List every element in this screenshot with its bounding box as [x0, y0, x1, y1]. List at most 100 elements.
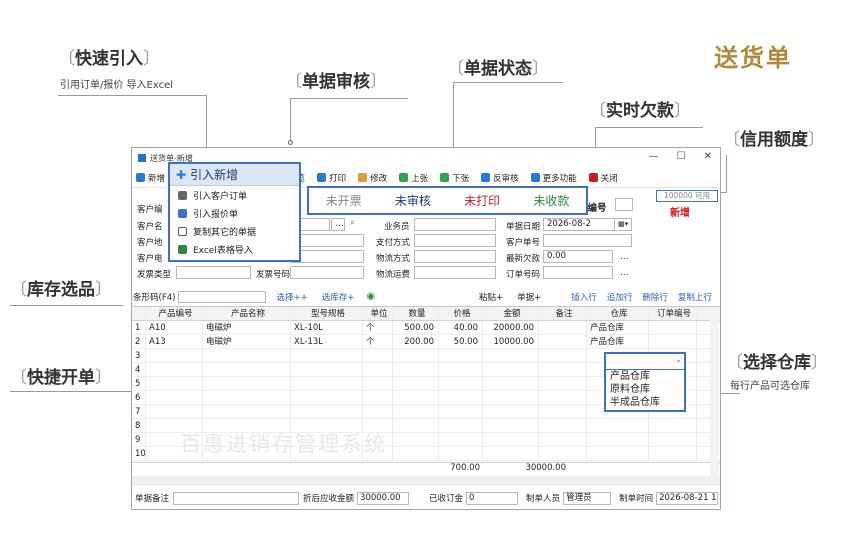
table-cell[interactable]: [439, 391, 483, 404]
table-cell[interactable]: [393, 433, 439, 446]
minimize-button[interactable]: —: [649, 151, 659, 162]
table-cell[interactable]: [439, 419, 483, 432]
table-cell[interactable]: [203, 377, 291, 390]
customer-phone-field[interactable]: [290, 250, 364, 263]
copy-up-button[interactable]: 复制上行: [678, 291, 712, 303]
column-header[interactable]: 金额: [483, 307, 539, 320]
table-cell[interactable]: [146, 363, 203, 376]
column-header[interactable]: 型号规格: [291, 307, 363, 320]
table-cell[interactable]: [393, 405, 439, 418]
table-cell[interactable]: 10: [132, 447, 146, 460]
table-cell[interactable]: 10000.00: [483, 335, 539, 348]
logistics-select[interactable]: [414, 250, 496, 263]
table-cell[interactable]: [439, 349, 483, 362]
table-cell[interactable]: 2: [132, 335, 146, 348]
table-row[interactable]: 1 A10 电磁炉 XL-10L 个 500.00 40.00 20000.00 产品仓库: [132, 321, 720, 335]
table-cell[interactable]: [483, 377, 539, 390]
table-cell[interactable]: [291, 405, 363, 418]
remark-field[interactable]: [173, 491, 300, 505]
invoice-type-select[interactable]: [176, 266, 251, 279]
column-header[interactable]: [132, 307, 146, 320]
table-cell[interactable]: [363, 363, 393, 376]
column-header[interactable]: 产品名称: [203, 307, 291, 320]
column-header[interactable]: 备注: [539, 307, 587, 320]
table-cell[interactable]: 7: [132, 405, 146, 418]
table-cell[interactable]: 个: [363, 321, 393, 334]
table-cell[interactable]: 产品仓库: [587, 321, 649, 334]
column-header[interactable]: 价格: [439, 307, 483, 320]
table-cell[interactable]: 5: [132, 377, 146, 390]
menu-item-import-order[interactable]: 引入客户订单: [170, 186, 299, 204]
toolbar-button-0[interactable]: 新增: [136, 172, 165, 184]
table-cell[interactable]: [483, 363, 539, 376]
ellipsis-button[interactable]: …: [331, 218, 345, 231]
table-cell[interactable]: XL-13L: [291, 335, 363, 348]
table-cell[interactable]: [539, 433, 587, 446]
insert-row-button[interactable]: 插入行: [571, 291, 597, 303]
table-cell[interactable]: [203, 405, 291, 418]
table-cell[interactable]: [291, 363, 363, 376]
table-cell[interactable]: [539, 335, 587, 348]
table-cell[interactable]: A10: [146, 321, 203, 334]
table-cell[interactable]: [539, 419, 587, 432]
received-field[interactable]: 0: [466, 491, 519, 505]
select-stock-button[interactable]: 选库存+: [322, 291, 355, 303]
table-cell[interactable]: 8: [132, 419, 146, 432]
table-cell[interactable]: [539, 391, 587, 404]
toolbar-button-9[interactable]: 更多功能: [530, 172, 577, 184]
table-cell[interactable]: 4: [132, 363, 146, 376]
table-cell[interactable]: 1: [132, 321, 146, 334]
horizontal-scrollbar[interactable]: [132, 476, 720, 486]
table-cell[interactable]: [439, 447, 483, 460]
table-cell[interactable]: [483, 349, 539, 362]
pay-method-select[interactable]: [414, 234, 496, 247]
table-cell[interactable]: [291, 349, 363, 362]
window-close-button[interactable]: ✕: [704, 151, 712, 162]
warehouse-option[interactable]: 半成品仓库: [606, 396, 684, 409]
table-cell[interactable]: 20000.00: [483, 321, 539, 334]
maximize-button[interactable]: ☐: [677, 151, 686, 162]
import-menu-head[interactable]: ✚ 引入新增: [170, 164, 299, 186]
table-cell[interactable]: 500.00: [393, 321, 439, 334]
table-cell[interactable]: [203, 363, 291, 376]
warehouse-option[interactable]: 产品仓库: [606, 370, 684, 383]
order-no-field[interactable]: [543, 266, 613, 279]
warehouse-option[interactable]: 原料仓库: [606, 383, 684, 396]
warehouse-select[interactable]: ⌄: [606, 354, 684, 370]
table-cell[interactable]: 50.00: [439, 335, 483, 348]
select-plus-button[interactable]: 选择++: [276, 291, 307, 303]
toolbar-button-6[interactable]: 上张: [399, 172, 428, 184]
biz-no-field[interactable]: [615, 198, 633, 211]
table-cell[interactable]: 电磁炉: [203, 335, 291, 348]
table-cell[interactable]: [587, 433, 649, 446]
table-cell[interactable]: [439, 363, 483, 376]
table-cell[interactable]: [587, 447, 649, 460]
table-cell[interactable]: 40.00: [439, 321, 483, 334]
toolbar-button-8[interactable]: 反审核: [481, 172, 519, 184]
table-cell[interactable]: [393, 377, 439, 390]
table-cell[interactable]: [393, 349, 439, 362]
column-header[interactable]: 产品编号: [146, 307, 203, 320]
table-cell[interactable]: [146, 377, 203, 390]
table-cell[interactable]: [393, 363, 439, 376]
table-cell[interactable]: [539, 363, 587, 376]
table-cell[interactable]: [483, 447, 539, 460]
table-cell[interactable]: [393, 419, 439, 432]
toolbar-button-4[interactable]: 打印: [317, 172, 346, 184]
table-cell[interactable]: [146, 391, 203, 404]
table-cell[interactable]: [539, 405, 587, 418]
table-cell[interactable]: [483, 405, 539, 418]
table-cell[interactable]: XL-10L: [291, 321, 363, 334]
table-cell[interactable]: [393, 447, 439, 460]
chevron-down-icon[interactable]: ⌄: [675, 355, 682, 364]
table-cell[interactable]: [483, 433, 539, 446]
doc-date-field[interactable]: 2026-08-2: [543, 218, 615, 231]
table-cell[interactable]: [439, 433, 483, 446]
table-cell[interactable]: [363, 349, 393, 362]
table-cell[interactable]: [483, 391, 539, 404]
table-cell[interactable]: A13: [146, 335, 203, 348]
salesman-select[interactable]: [414, 218, 496, 231]
globe-icon[interactable]: ◉: [366, 291, 375, 302]
table-cell[interactable]: 6: [132, 391, 146, 404]
table-cell[interactable]: [539, 377, 587, 390]
